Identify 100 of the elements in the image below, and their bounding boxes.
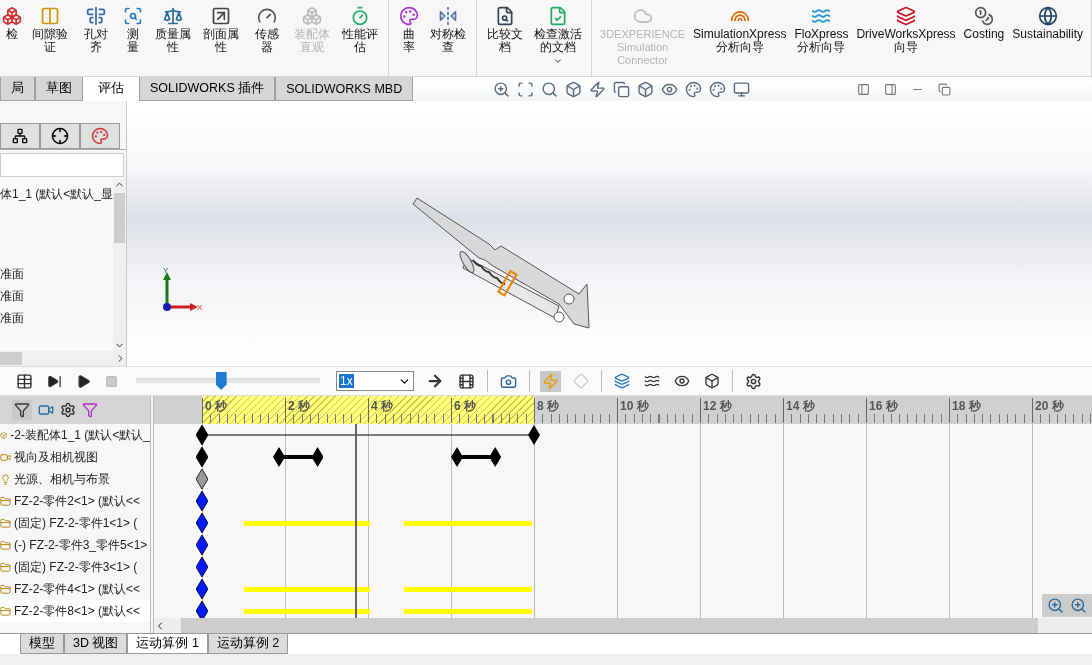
panel-left-icon[interactable] [857,82,871,96]
cube-icon[interactable] [637,80,655,98]
ribbon-button[interactable]: 检查激活的文档 [530,6,586,66]
scrollbar[interactable] [113,179,126,351]
arrow-square-icon [210,6,231,26]
ribbon-button[interactable]: 间隙验证 [28,6,72,54]
graphics-area[interactable]: Y X [127,101,1092,366]
ruler-label: 14 秒 [783,398,815,422]
tree-item[interactable]: 体1_1 (默认<默认_显 [0,183,114,205]
keyframe-marker[interactable] [196,513,208,533]
ribbon-button[interactable]: FloXpress 分析向导 [792,6,851,54]
ribbon-button[interactable]: 传感器 [246,6,287,54]
camera-interval[interactable] [451,447,502,467]
ruler-label: 4 秒 [368,398,393,422]
restore-icon[interactable] [938,82,952,96]
palette-icon [398,6,419,26]
ribbon-button[interactable]: 剖面属性 [199,6,243,54]
study-tab[interactable]: 模型 [20,634,64,654]
tree-item[interactable]: 准面 [0,285,114,307]
palette-icon[interactable] [685,80,703,98]
tree-item[interactable]: 准面 [0,263,114,285]
timeline-row-label[interactable]: (固定) FZ-2-零件1<1> ( [14,514,138,532]
command-tab[interactable]: 草图 [35,77,83,101]
keyframe-marker[interactable] [196,491,208,511]
keyframe-marker[interactable] [196,469,208,489]
zoom-icon[interactable] [1047,597,1064,614]
keyframe-marker[interactable] [196,579,208,599]
ribbon-button[interactable]: 曲率 [394,6,423,54]
gravity-button[interactable] [702,371,722,391]
stacked-squares-icon[interactable] [613,80,631,98]
keyframe-marker[interactable] [196,601,208,621]
monitor-icon[interactable] [733,80,751,98]
timeline-row-label[interactable]: 视向及相机视图 [14,448,98,466]
ribbon-button[interactable]: Costing [961,6,1007,41]
time-ruler[interactable]: 0 秒 2 秒 4 秒 6 秒 8 秒 10 秒 12 秒 14 秒 16 秒 18 秒 20 秒 [154,396,1092,424]
ribbon-button[interactable]: 性能评估 [338,6,382,54]
filter-icon[interactable] [82,402,98,418]
keyframe-marker[interactable] [196,425,208,445]
keyframe-marker[interactable] [196,557,208,577]
ribbon-button[interactable]: 比较文档 [483,6,527,54]
ribbon-button[interactable]: Sustainability [1010,6,1085,41]
lightning-icon[interactable] [589,80,607,98]
waves-icon [811,6,832,26]
magnifier-icon [123,6,144,26]
time-bar[interactable] [354,424,357,618]
scroll-thumb[interactable] [114,193,126,243]
zoom-icon[interactable] [1070,597,1087,614]
timeline-row-label[interactable]: (-) FZ-2-零件3_零件5<1> [14,536,148,554]
timeline-row-label[interactable]: -2-装配体1_1 (默认<默认_ [10,426,150,444]
timeline-row-label[interactable]: (固定) FZ-2-零件3<1> ( [14,558,138,576]
cube-icon[interactable] [565,80,583,98]
camera-icon [0,451,11,463]
palette-icon [91,127,109,145]
filter-button[interactable] [12,400,32,420]
tree-icon [12,128,28,144]
cubes-icon [302,6,323,26]
ribbon-button[interactable]: 质量属性 [151,6,195,54]
panel-tab[interactable] [40,123,80,149]
command-tab[interactable]: 局 [0,77,35,101]
keyframe-marker[interactable] [196,535,208,555]
camera-filter-icon[interactable] [38,402,54,418]
scroll-thumb[interactable] [0,352,22,365]
command-tab[interactable]: SOLIDWORKS MBD [275,77,414,101]
part-icon [0,517,11,529]
crosshair-icon [51,127,69,145]
ribbon-button[interactable]: 检 [0,6,24,41]
magnifier-icon[interactable] [541,80,559,98]
ribbon-button[interactable]: 孔对齐 [75,6,116,54]
camera-interval[interactable] [272,447,324,467]
ruler-label: 10 秒 [617,398,649,422]
ruler-label: 20 秒 [1032,398,1064,422]
keyframe-marker[interactable] [196,447,208,467]
cloud-icon [632,6,653,26]
ruler-label: 16 秒 [866,398,898,422]
zoom-icon[interactable] [493,80,511,98]
part-icon [0,605,11,617]
scrollbar[interactable] [0,351,126,366]
ribbon-button[interactable]: SimulationXpress 分析向导 [691,6,789,54]
timeline-area[interactable]: 0 秒 2 秒 4 秒 6 秒 8 秒 10 秒 12 秒 14 秒 16 秒 18 秒 20 秒 [154,396,1092,633]
ribbon-button[interactable]: 测量 [119,6,148,54]
slider-thumb[interactable] [215,372,227,390]
command-tab[interactable]: SOLIDWORKS 插件 [139,77,276,101]
timeline-row-label[interactable]: FZ-2-零件4<1> (默认<< [14,580,141,598]
tree-item[interactable]: 准面 [0,307,114,329]
filter-field[interactable] [0,153,124,177]
ribbon-button[interactable]: DriveWorksXpress 向导 [854,6,958,54]
panel-right-icon[interactable] [884,82,898,96]
motor-button[interactable] [612,371,632,391]
zoom-area-icon[interactable] [517,80,535,98]
study-tab[interactable]: 运动算例 1 [127,634,208,654]
palette-icon[interactable] [709,80,727,98]
gear-filter-icon[interactable] [60,402,76,418]
study-tab[interactable]: 运动算例 2 [207,634,289,654]
ribbon-button[interactable]: 对称检查 [426,6,471,54]
boxes-icon [2,6,22,26]
timeline-row-label[interactable]: 光源、相机与布景 [14,470,110,488]
study-tab[interactable]: 3D 视图 [64,634,128,654]
timeline-row-label[interactable]: FZ-2-零件2<1> (默认<< [14,492,141,510]
speed-dropdown[interactable]: 1x [336,371,414,391]
panel-tab[interactable] [0,123,40,149]
